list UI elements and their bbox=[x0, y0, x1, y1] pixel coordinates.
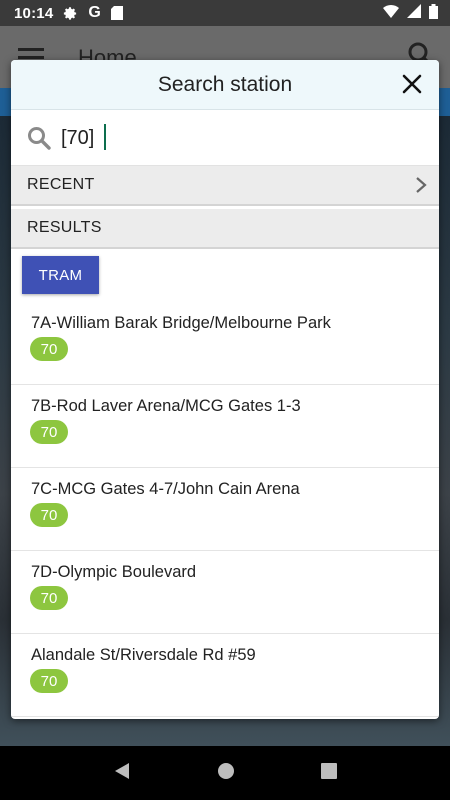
back-icon[interactable] bbox=[113, 762, 131, 785]
station-name: 7D-Olympic Boulevard bbox=[31, 563, 197, 581]
list-item[interactable]: 7A-William Barak Bridge/Melbourne Park 7… bbox=[11, 302, 439, 385]
signal-icon bbox=[407, 4, 421, 22]
results-list: 7A-William Barak Bridge/Melbourne Park 7… bbox=[11, 302, 439, 717]
system-nav-bar bbox=[0, 746, 450, 800]
route-badge: 70 bbox=[30, 669, 68, 693]
route-badge: 70 bbox=[30, 503, 68, 527]
text-caret bbox=[104, 124, 106, 150]
battery-icon bbox=[429, 3, 438, 23]
status-bar: 10:14 G bbox=[0, 0, 450, 26]
gear-icon bbox=[63, 6, 78, 21]
search-icon bbox=[27, 126, 51, 155]
list-item[interactable]: 7D-Olympic Boulevard 70 bbox=[11, 551, 439, 634]
route-badge: 70 bbox=[30, 586, 68, 610]
station-name: 7A-William Barak Bridge/Melbourne Park bbox=[31, 314, 331, 332]
search-station-dialog: Search station RECENT RESULTS TRAM 7A-Wi… bbox=[11, 60, 439, 719]
search-input[interactable] bbox=[59, 122, 423, 154]
recent-section[interactable]: RECENT bbox=[11, 166, 439, 206]
route-badge: 70 bbox=[30, 420, 68, 444]
chevron-right-icon bbox=[415, 176, 427, 199]
wifi-icon bbox=[383, 4, 399, 22]
list-item[interactable]: Alandale St/Riversdale Rd #59 70 bbox=[11, 634, 439, 717]
recents-icon[interactable] bbox=[321, 762, 337, 784]
list-item[interactable]: 7B-Rod Laver Arena/MCG Gates 1-3 70 bbox=[11, 385, 439, 468]
google-icon: G bbox=[88, 4, 101, 21]
sd-card-icon bbox=[110, 6, 123, 20]
dialog-header: Search station bbox=[11, 60, 439, 110]
route-badge: 70 bbox=[30, 337, 68, 361]
list-item[interactable]: 7C-MCG Gates 4-7/John Cain Arena 70 bbox=[11, 468, 439, 551]
home-icon[interactable] bbox=[217, 762, 235, 785]
station-name: Alandale St/Riversdale Rd #59 bbox=[31, 646, 256, 664]
status-time: 10:14 bbox=[14, 4, 54, 22]
close-icon[interactable] bbox=[401, 73, 423, 95]
results-section: RESULTS bbox=[11, 209, 439, 249]
tram-filter-button[interactable]: TRAM bbox=[22, 256, 99, 294]
results-label: RESULTS bbox=[27, 219, 102, 236]
recent-label: RECENT bbox=[27, 176, 95, 193]
search-row bbox=[11, 110, 439, 166]
station-name: 7C-MCG Gates 4-7/John Cain Arena bbox=[31, 480, 300, 498]
station-name: 7B-Rod Laver Arena/MCG Gates 1-3 bbox=[31, 397, 301, 415]
dialog-title: Search station bbox=[157, 73, 293, 96]
